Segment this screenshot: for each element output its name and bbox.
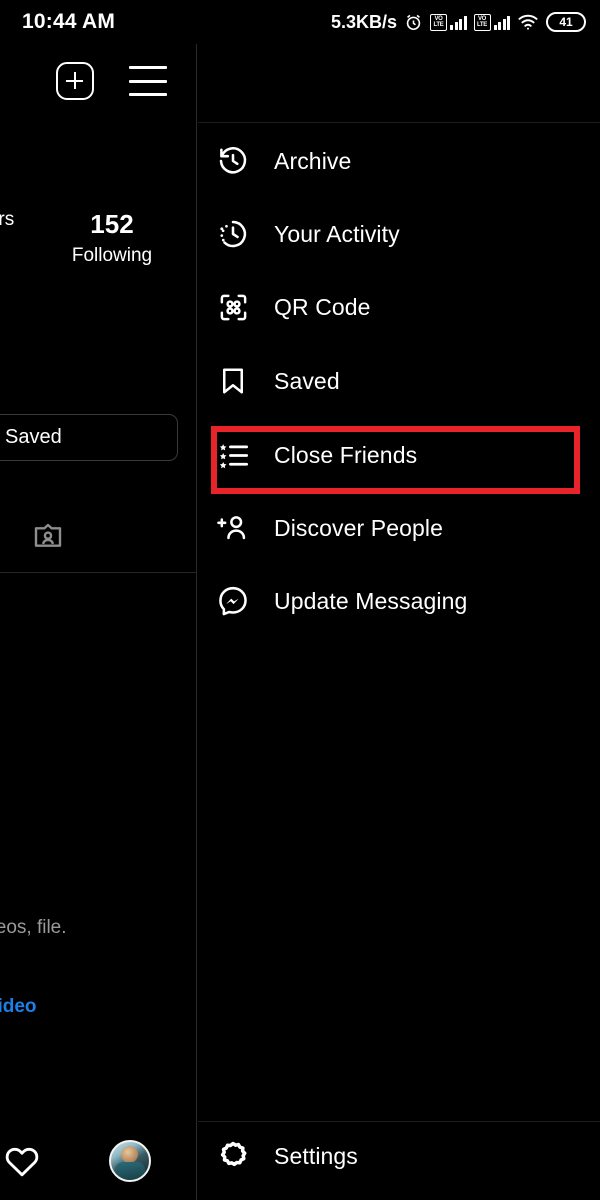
phone-screen: 10:44 AM 5.3KB/s VO LTE VO LTE 41 s 152 …	[0, 0, 600, 1200]
archive-clock-icon	[214, 142, 252, 180]
bottom-navigation-bar	[0, 1122, 196, 1200]
volte-label-bottom: LTE	[477, 22, 487, 28]
signal-bars-sim2	[493, 14, 510, 30]
menu-item-label: Your Activity	[274, 220, 400, 247]
stat-label: Following	[71, 245, 153, 266]
settings-gear-icon	[214, 1137, 252, 1175]
stat-value: 152	[90, 209, 134, 239]
sim1-indicator: VO LTE	[430, 13, 467, 31]
menu-item-close-friends[interactable]: Close Friends	[198, 427, 600, 483]
profile-stat-followers[interactable]: ers	[0, 206, 38, 234]
stat-label: ers	[0, 209, 15, 230]
heart-icon[interactable]	[4, 1144, 40, 1178]
menu-item-update-messaging[interactable]: Update Messaging	[198, 573, 600, 629]
profile-pane: ers 152 Following Saved videos, file. id…	[0, 44, 197, 1200]
profile-empty-state-link[interactable]: ideo	[0, 996, 112, 1018]
add-post-icon[interactable]	[56, 62, 94, 100]
close-friends-star-list-icon	[214, 436, 252, 474]
profile-stat-following[interactable]: 152 Following	[58, 206, 166, 270]
menu-item-label: QR Code	[274, 293, 371, 320]
menu-item-saved[interactable]: Saved	[198, 353, 600, 409]
profile-avatar[interactable]	[109, 1140, 151, 1182]
status-time: 10:44 AM	[22, 10, 116, 33]
hamburger-menu-icon[interactable]	[129, 66, 167, 96]
profile-topbar	[0, 62, 196, 118]
menu-item-label: Archive	[274, 147, 352, 174]
side-drawer-menu: Archive Your Activity QR Code Saved Clos…	[198, 44, 600, 1200]
menu-item-label: Update Messaging	[274, 587, 468, 614]
menu-item-label: Discover People	[274, 514, 443, 541]
profile-empty-state-text: videos, file.	[0, 917, 67, 938]
messenger-icon	[214, 582, 252, 620]
sim2-indicator: VO LTE	[473, 13, 510, 31]
battery-level-label: 41	[559, 15, 573, 29]
drawer-bottom-divider	[198, 1121, 600, 1122]
status-indicators: 5.3KB/s VO LTE VO LTE 41	[331, 12, 586, 33]
status-bar: 10:44 AM 5.3KB/s VO LTE VO LTE 41	[0, 0, 600, 44]
menu-item-label: Saved	[274, 367, 340, 394]
profile-tabs-divider	[0, 572, 196, 573]
menu-item-discover-people[interactable]: Discover People	[198, 500, 600, 556]
menu-item-your-activity[interactable]: Your Activity	[198, 206, 600, 262]
menu-item-label: Settings	[274, 1142, 358, 1169]
menu-item-settings[interactable]: Settings	[198, 1130, 600, 1182]
menu-item-archive[interactable]: Archive	[198, 133, 600, 189]
wifi-icon	[517, 13, 539, 31]
network-speed-label: 5.3KB/s	[330, 11, 397, 32]
saved-button[interactable]: Saved	[0, 414, 178, 461]
qr-code-icon	[214, 288, 252, 326]
signal-bars-sim1	[450, 14, 467, 30]
bookmark-icon	[214, 362, 252, 400]
saved-button-label: Saved	[5, 426, 62, 448]
battery-indicator: 41	[546, 12, 586, 32]
add-person-icon	[214, 509, 252, 547]
drawer-top-divider	[198, 122, 600, 123]
activity-clock-icon	[214, 215, 252, 253]
alarm-clock-icon	[404, 13, 423, 32]
menu-item-label: Close Friends	[274, 441, 418, 468]
tagged-photos-icon[interactable]	[32, 521, 64, 553]
menu-item-qr-code[interactable]: QR Code	[198, 279, 600, 335]
volte-label-bottom: LTE	[433, 22, 444, 28]
volte-icon-sim2: VO LTE	[473, 13, 491, 31]
volte-icon-sim1: VO LTE	[430, 13, 447, 31]
